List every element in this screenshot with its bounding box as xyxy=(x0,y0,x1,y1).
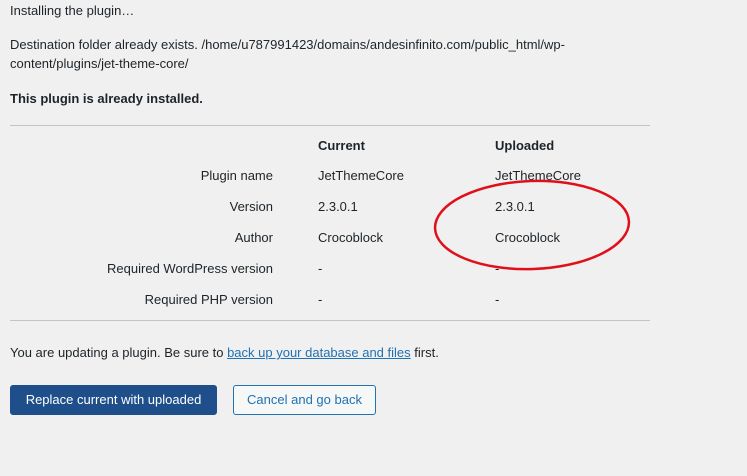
notice-text-after: first. xyxy=(410,345,439,360)
row-uploaded-value: 2.3.0.1 xyxy=(495,199,535,214)
destination-message: Destination folder already exists. /home… xyxy=(10,37,565,71)
row-label: Version xyxy=(229,199,273,214)
notice-text-before: You are updating a plugin. Be sure to xyxy=(10,345,228,360)
row-label: Required PHP version xyxy=(144,292,273,307)
already-installed-message: This plugin is already installed. xyxy=(10,91,203,106)
row-label: Author xyxy=(234,230,273,245)
row-uploaded-value: - xyxy=(495,261,500,276)
header-current: Current xyxy=(318,137,365,153)
row-uploaded-value: JetThemeCore xyxy=(495,168,581,183)
row-current-value: 2.3.0.1 xyxy=(318,199,358,214)
row-uploaded-value: - xyxy=(495,292,500,307)
row-current-value: Crocoblock xyxy=(318,230,384,245)
install-status-text: Installing the plugin… xyxy=(10,3,135,18)
table-header-row: Current Uploaded xyxy=(10,130,655,160)
row-current-value: - xyxy=(318,292,323,307)
table-row: Plugin name JetThemeCore JetThemeCore xyxy=(10,160,655,191)
plugin-compare-table: Current Uploaded Plugin name JetThemeCor… xyxy=(10,130,655,315)
row-label: Plugin name xyxy=(200,168,273,183)
cancel-go-back-button[interactable]: Cancel and go back xyxy=(233,385,376,415)
row-uploaded-value: Crocoblock xyxy=(495,230,561,245)
table-row: Author Crocoblock Crocoblock xyxy=(10,222,655,253)
divider-bottom xyxy=(10,320,650,321)
table-row: Version 2.3.0.1 2.3.0.1 xyxy=(10,191,655,222)
row-current-value: - xyxy=(318,261,323,276)
divider-top xyxy=(10,125,650,126)
header-label xyxy=(10,130,318,160)
table-row: Required PHP version - - xyxy=(10,284,655,315)
replace-current-button[interactable]: Replace current with uploaded xyxy=(10,385,217,415)
table-row: Required WordPress version - - xyxy=(10,253,655,284)
header-uploaded: Uploaded xyxy=(495,137,555,153)
row-label: Required WordPress version xyxy=(107,261,273,276)
row-current-value: JetThemeCore xyxy=(318,168,404,183)
backup-link[interactable]: back up your database and files xyxy=(227,345,411,360)
backup-notice: You are updating a plugin. Be sure to ba… xyxy=(10,344,439,361)
